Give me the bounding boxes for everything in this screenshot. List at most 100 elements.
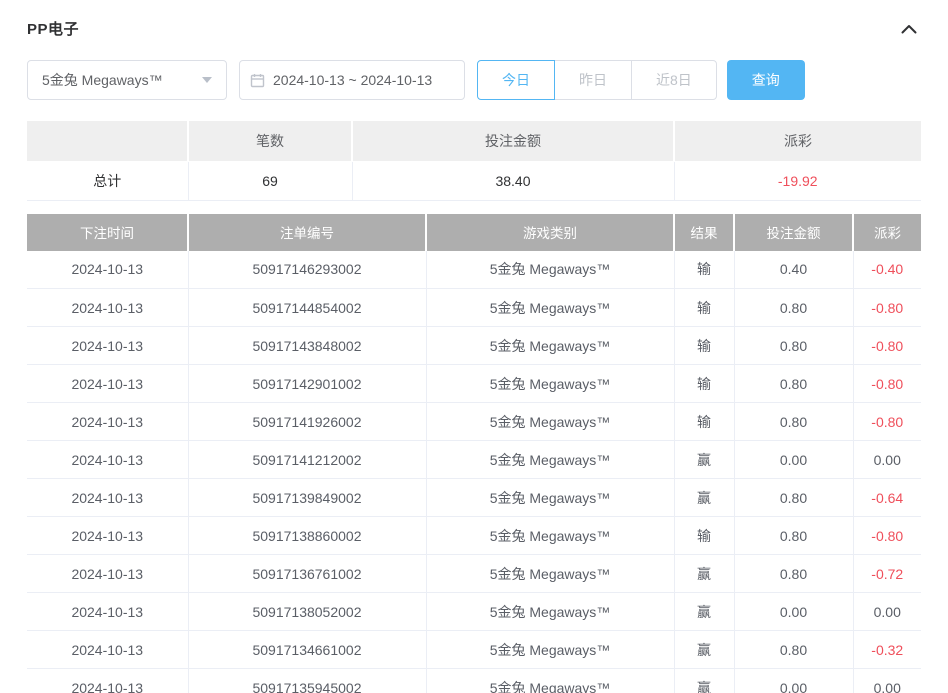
header-order-id: 注单编号 bbox=[188, 214, 426, 251]
bet-amount-cell: 0.80 bbox=[734, 631, 853, 669]
record-row: 2024-10-13509171388600025金兔 Megaways™输0.… bbox=[27, 517, 921, 555]
order-id-cell: 50917146293002 bbox=[188, 251, 426, 289]
game-type-cell: 5金兔 Megaways™ bbox=[426, 251, 674, 289]
result-cell: 赢 bbox=[674, 669, 734, 693]
bet-time-cell: 2024-10-13 bbox=[27, 251, 188, 289]
payout-cell: 0.00 bbox=[853, 669, 921, 693]
bet-time-cell: 2024-10-13 bbox=[27, 555, 188, 593]
payout-cell: -0.72 bbox=[853, 555, 921, 593]
bet-amount-cell: 0.00 bbox=[734, 593, 853, 631]
bet-time-cell: 2024-10-13 bbox=[27, 289, 188, 327]
payout-cell: -0.32 bbox=[853, 631, 921, 669]
record-row: 2024-10-13509171359450025金兔 Megaways™赢0.… bbox=[27, 669, 921, 693]
order-id-cell: 50917139849002 bbox=[188, 479, 426, 517]
payout-cell: -0.40 bbox=[853, 251, 921, 289]
order-id-cell: 50917143848002 bbox=[188, 327, 426, 365]
record-row: 2024-10-13509171398490025金兔 Megaways™赢0.… bbox=[27, 479, 921, 517]
payout-cell: 0.00 bbox=[853, 441, 921, 479]
panel-title: PP电子 bbox=[27, 18, 79, 39]
game-type-cell: 5金兔 Megaways™ bbox=[426, 631, 674, 669]
bet-time-cell: 2024-10-13 bbox=[27, 441, 188, 479]
bet-amount-cell: 0.80 bbox=[734, 479, 853, 517]
payout-cell: -0.80 bbox=[853, 327, 921, 365]
bet-amount-cell: 0.80 bbox=[734, 289, 853, 327]
header-payout: 派彩 bbox=[853, 214, 921, 251]
order-id-cell: 50917141926002 bbox=[188, 403, 426, 441]
result-cell: 赢 bbox=[674, 631, 734, 669]
filter-bar: 5金兔 Megaways™ 2024-10-13 ~ 2024-10-13 今日… bbox=[27, 60, 921, 100]
game-type-cell: 5金兔 Megaways™ bbox=[426, 327, 674, 365]
summary-header-count: 笔数 bbox=[188, 121, 352, 161]
game-select-value: 5金兔 Megaways™ bbox=[42, 70, 163, 90]
game-type-cell: 5金兔 Megaways™ bbox=[426, 289, 674, 327]
bet-time-cell: 2024-10-13 bbox=[27, 517, 188, 555]
bet-time-cell: 2024-10-13 bbox=[27, 593, 188, 631]
record-row: 2024-10-13509171438480025金兔 Megaways™输0.… bbox=[27, 327, 921, 365]
game-type-cell: 5金兔 Megaways™ bbox=[426, 669, 674, 693]
result-cell: 输 bbox=[674, 365, 734, 403]
result-cell: 输 bbox=[674, 327, 734, 365]
order-id-cell: 50917138860002 bbox=[188, 517, 426, 555]
quick-date-button-group: 今日 昨日 近8日 bbox=[477, 60, 717, 100]
caret-down-icon bbox=[202, 77, 212, 83]
record-row: 2024-10-13509171419260025金兔 Megaways™输0.… bbox=[27, 403, 921, 441]
payout-cell: -0.80 bbox=[853, 403, 921, 441]
game-type-cell: 5金兔 Megaways™ bbox=[426, 479, 674, 517]
bet-time-cell: 2024-10-13 bbox=[27, 365, 188, 403]
payout-cell: -0.80 bbox=[853, 365, 921, 403]
bet-amount-cell: 0.00 bbox=[734, 669, 853, 693]
result-cell: 赢 bbox=[674, 441, 734, 479]
bet-amount-cell: 0.80 bbox=[734, 327, 853, 365]
bet-time-cell: 2024-10-13 bbox=[27, 479, 188, 517]
last-8-days-button[interactable]: 近8日 bbox=[631, 60, 717, 100]
bet-time-cell: 2024-10-13 bbox=[27, 403, 188, 441]
record-row: 2024-10-13509171448540025金兔 Megaways™输0.… bbox=[27, 289, 921, 327]
game-type-cell: 5金兔 Megaways™ bbox=[426, 441, 674, 479]
order-id-cell: 50917142901002 bbox=[188, 365, 426, 403]
bet-time-cell: 2024-10-13 bbox=[27, 669, 188, 693]
summary-header-empty bbox=[27, 121, 188, 161]
order-id-cell: 50917144854002 bbox=[188, 289, 426, 327]
records-table: 下注时间 注单编号 游戏类别 结果 投注金额 派彩 2024-10-135091… bbox=[27, 214, 921, 693]
result-cell: 赢 bbox=[674, 593, 734, 631]
order-id-cell: 50917134661002 bbox=[188, 631, 426, 669]
header-bet-time: 下注时间 bbox=[27, 214, 188, 251]
summary-header-payout: 派彩 bbox=[674, 121, 921, 161]
panel-header: PP电子 bbox=[27, 18, 921, 39]
bet-amount-cell: 0.00 bbox=[734, 441, 853, 479]
header-bet-amount: 投注金额 bbox=[734, 214, 853, 251]
chevron-up-icon bbox=[901, 24, 917, 34]
record-row: 2024-10-13509171412120025金兔 Megaways™赢0.… bbox=[27, 441, 921, 479]
record-row: 2024-10-13509171380520025金兔 Megaways™赢0.… bbox=[27, 593, 921, 631]
yesterday-button[interactable]: 昨日 bbox=[554, 60, 632, 100]
summary-header-row: 笔数 投注金额 派彩 bbox=[27, 121, 921, 161]
header-game-type: 游戏类别 bbox=[426, 214, 674, 251]
records-tbody: 2024-10-13509171462930025金兔 Megaways™输0.… bbox=[27, 251, 921, 693]
game-type-cell: 5金兔 Megaways™ bbox=[426, 593, 674, 631]
result-cell: 输 bbox=[674, 289, 734, 327]
game-select[interactable]: 5金兔 Megaways™ bbox=[27, 60, 227, 100]
bet-amount-cell: 0.80 bbox=[734, 403, 853, 441]
summary-total-row: 总计 69 38.40 -19.92 bbox=[27, 161, 921, 200]
payout-cell: -0.80 bbox=[853, 517, 921, 555]
payout-cell: -0.80 bbox=[853, 289, 921, 327]
bet-time-cell: 2024-10-13 bbox=[27, 631, 188, 669]
game-type-cell: 5金兔 Megaways™ bbox=[426, 517, 674, 555]
today-button[interactable]: 今日 bbox=[477, 60, 555, 100]
payout-cell: -0.64 bbox=[853, 479, 921, 517]
summary-total-payout: -19.92 bbox=[674, 161, 921, 200]
bet-amount-cell: 0.40 bbox=[734, 251, 853, 289]
date-range-input[interactable]: 2024-10-13 ~ 2024-10-13 bbox=[239, 60, 465, 100]
collapse-button[interactable] bbox=[897, 22, 921, 36]
summary-header-bet-amount: 投注金额 bbox=[352, 121, 674, 161]
record-row: 2024-10-13509171429010025金兔 Megaways™输0.… bbox=[27, 365, 921, 403]
record-row: 2024-10-13509171367610025金兔 Megaways™赢0.… bbox=[27, 555, 921, 593]
game-type-cell: 5金兔 Megaways™ bbox=[426, 365, 674, 403]
order-id-cell: 50917141212002 bbox=[188, 441, 426, 479]
result-cell: 赢 bbox=[674, 479, 734, 517]
records-header-row: 下注时间 注单编号 游戏类别 结果 投注金额 派彩 bbox=[27, 214, 921, 251]
query-button[interactable]: 查询 bbox=[727, 60, 805, 100]
result-cell: 输 bbox=[674, 517, 734, 555]
summary-total-count: 69 bbox=[188, 161, 352, 200]
pp-games-panel: PP电子 5金兔 Megaways™ 2024-10-13 ~ 2024-10-… bbox=[0, 0, 948, 693]
